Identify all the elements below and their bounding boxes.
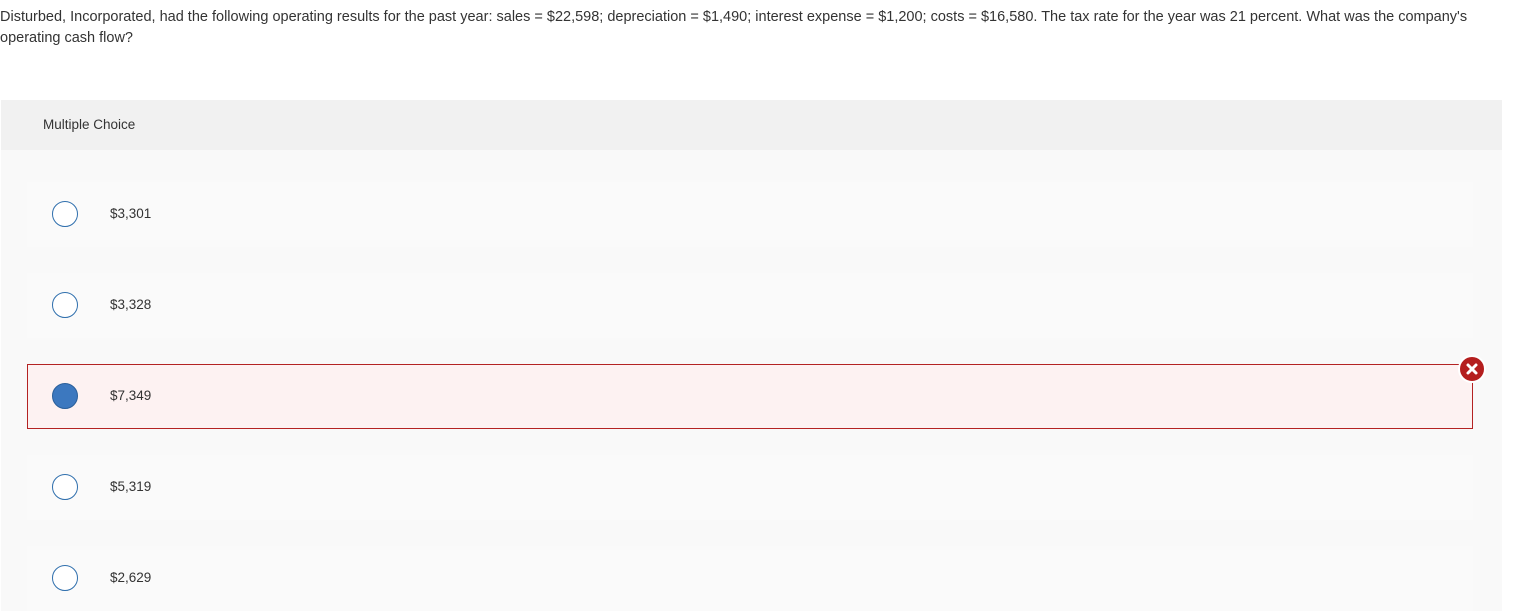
answer-option-label: $3,301 <box>110 206 152 221</box>
radio-button[interactable] <box>52 201 78 227</box>
answer-option-label: $5,319 <box>110 479 152 494</box>
answer-option-label: $2,629 <box>110 570 152 585</box>
answer-option[interactable]: $3,328 <box>27 273 1473 338</box>
question-text: Disturbed, Incorporated, had the followi… <box>0 9 1468 46</box>
answer-option-selected-incorrect[interactable]: $7,349 <box>27 364 1473 429</box>
answer-option[interactable]: $5,319 <box>27 455 1473 520</box>
radio-button[interactable] <box>52 292 78 318</box>
answer-option[interactable]: $3,301 <box>27 182 1473 247</box>
radio-button[interactable] <box>52 474 78 500</box>
answer-option-label: $3,328 <box>110 297 152 312</box>
answer-option[interactable]: $2,629 <box>27 546 1473 611</box>
multiple-choice-header-label: Multiple Choice <box>43 117 136 132</box>
x-circle-icon <box>1458 355 1486 383</box>
answer-option-label: $7,349 <box>110 388 152 403</box>
radio-button-selected[interactable] <box>52 383 78 409</box>
multiple-choice-panel: Multiple Choice <box>1 100 1502 611</box>
radio-button[interactable] <box>52 565 78 591</box>
multiple-choice-header: Multiple Choice <box>1 100 1502 150</box>
